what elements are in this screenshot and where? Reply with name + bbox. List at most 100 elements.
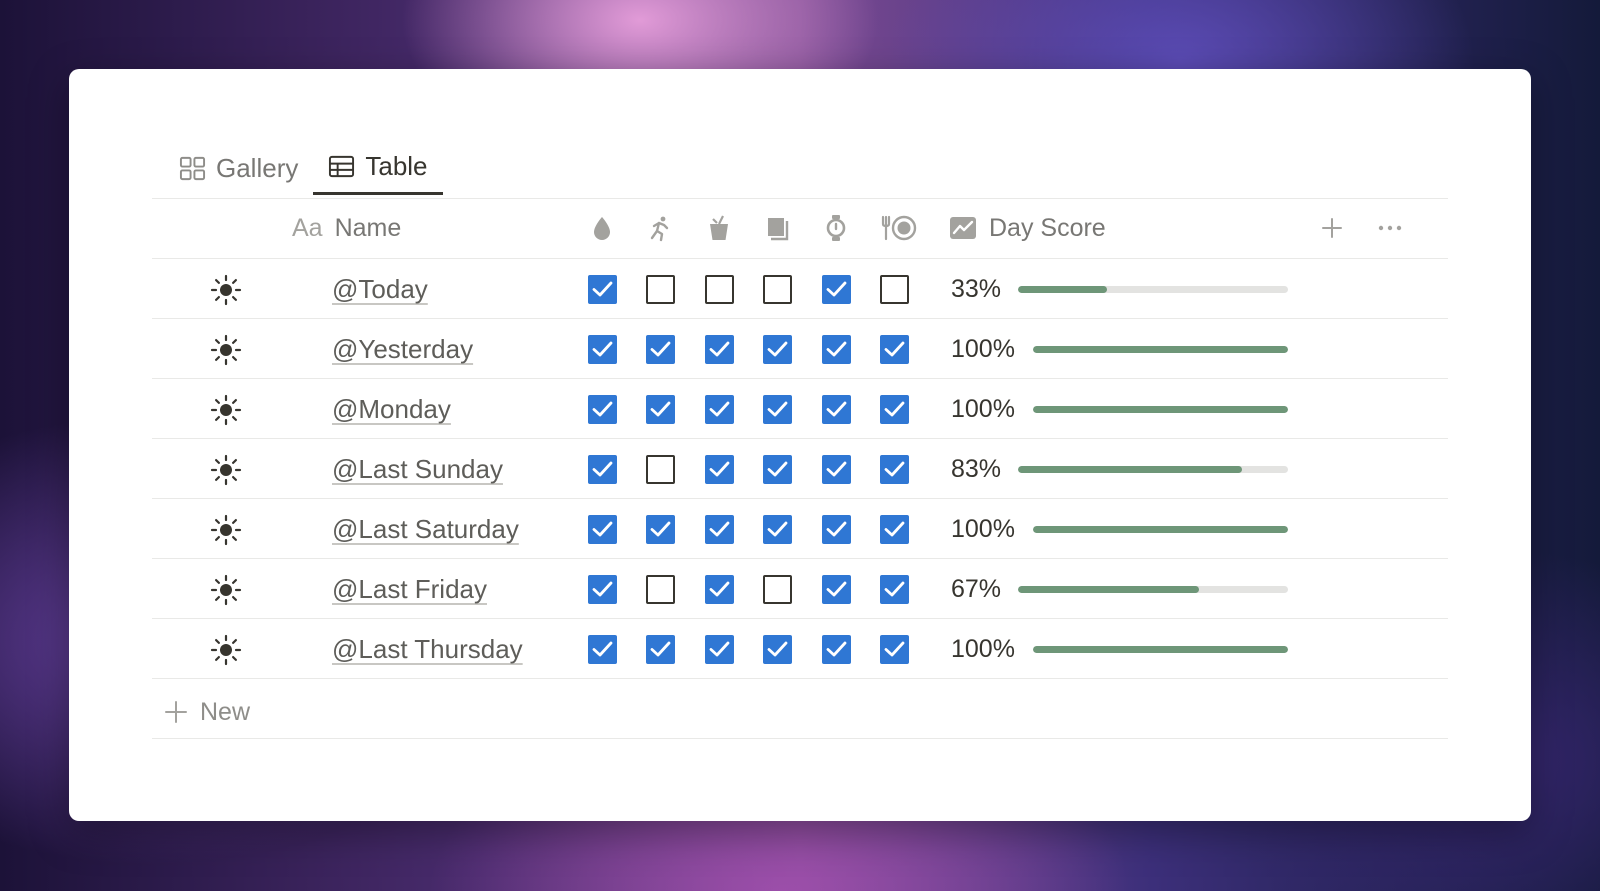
- sun-icon: [210, 574, 242, 606]
- checkbox-checked[interactable]: [880, 575, 909, 604]
- plus-icon: [165, 701, 187, 723]
- checkbox-unchecked[interactable]: [763, 275, 792, 304]
- text-type-icon: Aa: [292, 213, 323, 242]
- divider: [152, 318, 1448, 319]
- progress-fill: [1033, 346, 1288, 353]
- checkbox-checked[interactable]: [588, 395, 617, 424]
- table-row: @Last Saturday 100%: [152, 500, 1448, 559]
- checkbox-checked[interactable]: [588, 335, 617, 364]
- tab-gallery[interactable]: Gallery: [164, 141, 313, 195]
- day-score-progress-bar: [1018, 586, 1288, 593]
- checkbox-checked[interactable]: [880, 635, 909, 664]
- checkbox-checked[interactable]: [588, 275, 617, 304]
- table-row: @Today 33%: [152, 260, 1448, 319]
- add-property-button[interactable]: [1315, 211, 1349, 245]
- checkbox-unchecked[interactable]: [763, 575, 792, 604]
- progress-fill: [1018, 586, 1199, 593]
- checkbox-checked[interactable]: [705, 635, 734, 664]
- checkbox-unchecked[interactable]: [705, 275, 734, 304]
- checkbox-checked[interactable]: [822, 455, 851, 484]
- divider: [152, 678, 1448, 679]
- table-row: @Last Thursday 100%: [152, 620, 1448, 679]
- checkbox-checked[interactable]: [705, 575, 734, 604]
- row-name-link[interactable]: @Last Friday: [332, 560, 487, 619]
- checkbox-checked[interactable]: [705, 395, 734, 424]
- column-header-timer[interactable]: [822, 199, 850, 257]
- column-name-label: Name: [334, 213, 402, 242]
- checkbox-checked[interactable]: [822, 275, 851, 304]
- checkbox-checked[interactable]: [646, 635, 675, 664]
- checkbox-checked[interactable]: [705, 335, 734, 364]
- checkbox-checked[interactable]: [646, 515, 675, 544]
- checkbox-checked[interactable]: [763, 635, 792, 664]
- day-score-progress-bar: [1033, 406, 1288, 413]
- meal-icon: [881, 215, 917, 241]
- checkbox-checked[interactable]: [588, 635, 617, 664]
- progress-fill: [1033, 526, 1288, 533]
- sun-icon: [210, 634, 242, 666]
- table-icon: [329, 155, 355, 178]
- tab-table[interactable]: Table: [313, 141, 443, 195]
- table-row: @Yesterday 100%: [152, 320, 1448, 379]
- day-score-value: 100%: [951, 335, 1015, 363]
- checkbox-unchecked[interactable]: [646, 455, 675, 484]
- checkbox-checked[interactable]: [588, 575, 617, 604]
- more-options-button[interactable]: [1373, 211, 1407, 245]
- checkbox-checked[interactable]: [822, 575, 851, 604]
- checkbox-checked[interactable]: [822, 515, 851, 544]
- column-header-name[interactable]: Aa Name: [292, 199, 401, 257]
- add-new-row-button[interactable]: New: [164, 692, 250, 732]
- checkbox-checked[interactable]: [763, 455, 792, 484]
- checkbox-unchecked[interactable]: [646, 575, 675, 604]
- progress-fill: [1018, 286, 1108, 293]
- column-header-exercise[interactable]: [646, 199, 674, 257]
- checkbox-checked[interactable]: [588, 515, 617, 544]
- column-header-water[interactable]: [588, 199, 616, 257]
- checkbox-checked[interactable]: [763, 395, 792, 424]
- checkbox-checked[interactable]: [646, 335, 675, 364]
- column-header-drink[interactable]: [705, 199, 733, 257]
- checkbox-checked[interactable]: [588, 455, 617, 484]
- progress-fill: [1033, 646, 1288, 653]
- column-header-reading[interactable]: [763, 199, 791, 257]
- divider: [152, 498, 1448, 499]
- gallery-grid-icon: [179, 156, 206, 180]
- table-header: Aa Name Day Score: [152, 199, 1448, 257]
- checkbox-checked[interactable]: [705, 455, 734, 484]
- view-tabs: Gallery Table: [164, 141, 443, 195]
- chart-icon: [950, 217, 976, 239]
- checkbox-checked[interactable]: [705, 515, 734, 544]
- checkbox-checked[interactable]: [763, 335, 792, 364]
- row-name-link[interactable]: @Yesterday: [332, 320, 473, 379]
- column-header-meal[interactable]: [880, 199, 918, 257]
- checkbox-checked[interactable]: [822, 395, 851, 424]
- checkbox-checked[interactable]: [880, 515, 909, 544]
- row-name-link[interactable]: @Last Thursday: [332, 620, 523, 679]
- day-score-value: 83%: [951, 455, 1002, 483]
- running-icon: [650, 216, 669, 242]
- divider: [152, 558, 1448, 559]
- sun-icon: [210, 274, 242, 306]
- column-header-day-score[interactable]: Day Score: [949, 199, 1106, 257]
- row-name-link[interactable]: @Today: [332, 260, 428, 319]
- checkbox-checked[interactable]: [763, 515, 792, 544]
- book-icon: [768, 218, 789, 241]
- checkbox-checked[interactable]: [646, 395, 675, 424]
- row-name-link[interactable]: @Last Sunday: [332, 440, 503, 499]
- checkbox-checked[interactable]: [822, 635, 851, 664]
- sun-icon: [210, 514, 242, 546]
- checkbox-checked[interactable]: [822, 335, 851, 364]
- divider: [152, 438, 1448, 439]
- checkbox-checked[interactable]: [880, 335, 909, 364]
- checkbox-unchecked[interactable]: [880, 275, 909, 304]
- checkbox-unchecked[interactable]: [646, 275, 675, 304]
- checkbox-checked[interactable]: [880, 455, 909, 484]
- drink-cup-icon: [710, 215, 728, 240]
- day-score-value: 100%: [951, 515, 1015, 543]
- row-name-link[interactable]: @Last Saturday: [332, 500, 519, 559]
- row-name-link[interactable]: @Monday: [332, 380, 451, 439]
- divider: [152, 258, 1448, 259]
- tab-label: Gallery: [216, 152, 299, 183]
- day-score-value: 100%: [951, 395, 1015, 423]
- checkbox-checked[interactable]: [880, 395, 909, 424]
